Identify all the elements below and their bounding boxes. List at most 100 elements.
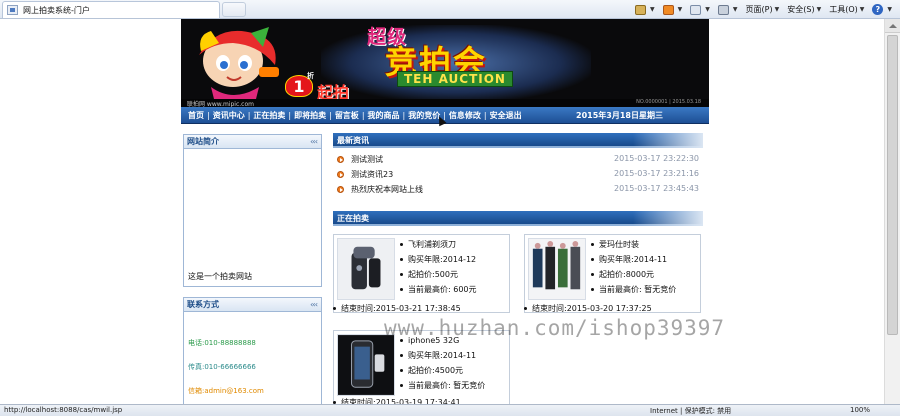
ongoing-auctions-title: 正在拍卖 xyxy=(337,214,369,223)
contact-panel: 联系方式 ‹‹‹ 电话:010-88888888 传真:010-66666666… xyxy=(183,297,322,407)
chevron-down-icon: ▼ xyxy=(650,6,655,13)
contact-title: 联系方式 xyxy=(187,300,219,309)
contact-header: 联系方式 ‹‹‹ xyxy=(184,298,321,312)
news-item-time: 2015-03-17 23:45:43 xyxy=(614,184,699,193)
nav-edit-profile[interactable]: 信息修改 xyxy=(446,110,484,121)
auction-item-name[interactable]: 爱玛仕时装 xyxy=(591,237,676,252)
nav-logout[interactable]: 安全退出 xyxy=(487,110,525,121)
nav-my-items[interactable]: 我的商品 xyxy=(365,110,403,121)
tab-title: 网上拍卖系统-门户 xyxy=(23,6,90,15)
news-item-title[interactable]: 测试测试 xyxy=(351,154,383,165)
tools-menu-label: 工具(O) xyxy=(829,5,858,14)
scroll-up-button[interactable] xyxy=(885,19,900,33)
safety-menu[interactable]: 安全(S) ▼ xyxy=(785,2,823,17)
bullet-arrow-icon xyxy=(337,171,344,178)
chevron-down-icon: ▼ xyxy=(774,6,780,13)
feeds-button[interactable]: ▼ xyxy=(661,2,685,17)
banner-zhe-text: 折 xyxy=(307,72,314,80)
news-item[interactable]: 热烈庆祝本网站上线 2015-03-17 23:45:43 xyxy=(337,183,703,197)
chevron-down-icon: ▼ xyxy=(732,6,738,13)
auction-item-end-time: 结束时间:2015-03-20 17:37:25 xyxy=(524,303,652,314)
nav-ongoing-auctions[interactable]: 正在拍卖 xyxy=(250,110,288,121)
nav-upcoming-auctions[interactable]: 即将拍卖 xyxy=(291,110,329,121)
auction-item-period: 购买年限:2014-12 xyxy=(400,252,477,267)
news-item-title[interactable]: 测试资讯23 xyxy=(351,169,393,180)
status-url: http://localhost:8088/cas/mwil.jsp xyxy=(4,406,123,414)
header-fade xyxy=(633,211,703,226)
banner-strip xyxy=(181,99,709,107)
mail-icon xyxy=(690,4,702,15)
auction-item-start-price: 起拍价:4500元 xyxy=(400,363,485,378)
chevron-down-icon: ▼ xyxy=(816,6,822,13)
scroll-thumb[interactable] xyxy=(887,35,898,335)
chevron-down-icon: ▼ xyxy=(859,6,865,13)
auction-item-start-price: 起拍价:8000元 xyxy=(591,267,676,282)
site-intro-more[interactable]: ‹‹‹ xyxy=(310,135,318,148)
home-button[interactable]: ▼ xyxy=(633,2,657,17)
vertical-scrollbar[interactable] xyxy=(884,19,900,404)
new-tab-button[interactable] xyxy=(222,2,246,17)
site-intro-title: 网站简介 xyxy=(187,137,219,146)
news-item-time: 2015-03-17 23:21:16 xyxy=(614,169,699,178)
watermark-text: www.huzhan.com/ishop39397 xyxy=(384,316,726,340)
home-icon xyxy=(635,4,647,15)
mail-button[interactable]: ▼ xyxy=(688,2,712,17)
page-menu-label: 页面(P) xyxy=(745,5,773,14)
security-zone[interactable]: Internet | 保护模式: 禁用 xyxy=(650,406,731,416)
command-bar: ▼ ▼ ▼ ▼ 页面(P) ▼ 安全(S) ▼ 工具(O) ▼ ? ▼ xyxy=(633,1,894,18)
latest-news-header: 最新资讯 xyxy=(333,133,703,148)
nav-items: 首页 | 资讯中心 | 正在拍卖 | 即将拍卖 | 留言板 | 我的商品 | 我的竞价 | 信… xyxy=(181,110,525,121)
news-item[interactable]: 测试测试 2015-03-17 23:22:30 xyxy=(337,153,703,167)
shaver-product-image[interactable] xyxy=(337,238,395,300)
banner-site-right-text: NO.0000001 | 2015.03.18 xyxy=(636,99,701,105)
bullet-arrow-icon xyxy=(337,186,344,193)
banner-site-text: 联拍网 www.mipic.com xyxy=(187,101,254,107)
auction-card-info: iphone5 32G 购买年限:2014-11 起拍价:4500元 当前最高价… xyxy=(400,333,485,393)
print-button[interactable]: ▼ xyxy=(716,2,740,17)
auction-card[interactable]: 爱玛仕时装 购买年限:2014-11 起拍价:8000元 当前最高价: 暂无竞价 xyxy=(524,234,701,313)
tools-menu[interactable]: 工具(O) ▼ xyxy=(827,2,866,17)
chevron-down-icon: ▼ xyxy=(677,6,683,13)
page-menu[interactable]: 页面(P) ▼ xyxy=(744,2,782,17)
rss-icon xyxy=(662,4,674,15)
auction-item-period: 购买年限:2014-11 xyxy=(400,348,485,363)
site-intro-text: 这是一个拍卖网站 xyxy=(188,272,252,281)
site-banner: 超级 竞拍会 TEH AUCTION 1 折 起拍 联拍网 www.mipic.… xyxy=(181,19,709,107)
help-button[interactable]: ? ▼ xyxy=(870,2,894,17)
contact-more[interactable]: ‹‹‹ xyxy=(310,298,318,311)
fashion-product-image[interactable] xyxy=(528,238,586,300)
chevron-down-icon: ▼ xyxy=(887,6,892,13)
nav-news-center[interactable]: 资讯中心 xyxy=(210,110,248,121)
header-fade xyxy=(633,133,703,148)
status-bar: http://localhost:8088/cas/mwil.jsp Inter… xyxy=(0,404,900,416)
site-intro-panel: 网站简介 ‹‹‹ 这是一个拍卖网站 xyxy=(183,134,322,287)
page-favicon-icon xyxy=(7,5,18,15)
auction-item-end-time: 结束时间:2015-03-21 17:38:45 xyxy=(333,303,461,314)
auction-item-current-price: 当前最高价: 暂无竞价 xyxy=(400,378,485,393)
chevron-down-icon: ▼ xyxy=(705,6,710,13)
contact-email[interactable]: 信箱:admin@163.com xyxy=(188,386,264,396)
banner-english-text: TEH AUCTION xyxy=(397,71,513,87)
auction-item-start-price: 起拍价:500元 xyxy=(400,267,477,282)
phone-product-image[interactable] xyxy=(337,334,395,396)
zoom-level[interactable]: 100% xyxy=(850,406,870,414)
auction-item-current-price: 当前最高价: 600元 xyxy=(400,282,477,297)
auction-card[interactable]: 飞利浦剃须刀 购买年限:2014-12 起拍价:500元 当前最高价: 600元 xyxy=(333,234,510,313)
news-item-time: 2015-03-17 23:22:30 xyxy=(614,154,699,163)
auction-item-period: 购买年限:2014-11 xyxy=(591,252,676,267)
auction-item-current-price: 当前最高价: 暂无竞价 xyxy=(591,282,676,297)
help-icon: ? xyxy=(872,4,884,15)
nav-home[interactable]: 首页 xyxy=(185,110,207,121)
contact-phone: 电话:010-88888888 xyxy=(188,339,256,347)
auction-card-info: 飞利浦剃须刀 购买年限:2014-12 起拍价:500元 当前最高价: 600元 xyxy=(400,237,477,297)
nav-date: 2015年3月18日星期三 xyxy=(576,111,663,120)
contact-fax: 传真:010-66666666 xyxy=(188,363,256,371)
news-item[interactable]: 测试资讯23 2015-03-17 23:21:16 xyxy=(337,168,703,182)
auction-item-name[interactable]: 飞利浦剃须刀 xyxy=(400,237,477,252)
news-item-title[interactable]: 热烈庆祝本网站上线 xyxy=(351,184,423,195)
latest-news-title: 最新资讯 xyxy=(337,136,369,145)
nav-message-board[interactable]: 留言板 xyxy=(332,110,362,121)
browser-tab[interactable]: 网上拍卖系统-门户 xyxy=(2,1,220,18)
browser-toolbar: 网上拍卖系统-门户 ▼ ▼ ▼ ▼ 页面(P) ▼ 安全(S) ▼ 工具(O) ▼ ?… xyxy=(0,0,900,19)
safety-menu-label: 安全(S) xyxy=(787,5,815,14)
